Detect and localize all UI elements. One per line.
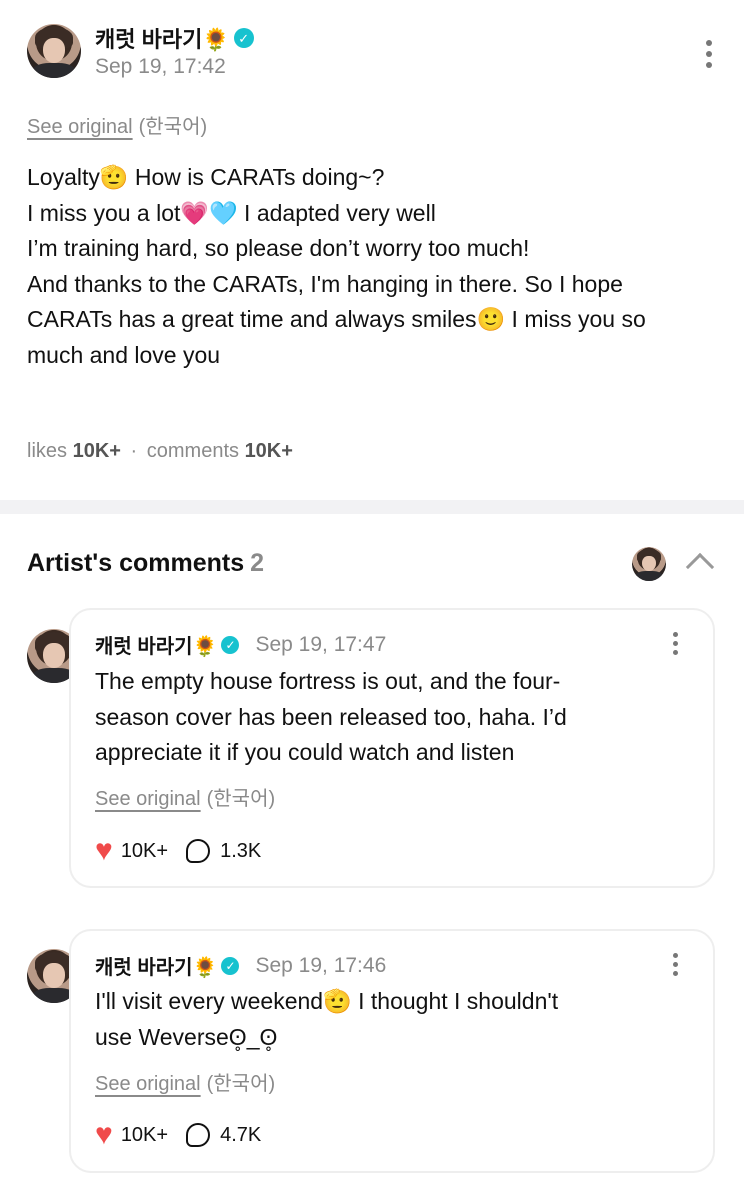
- comment-text-line: use Weverseʘ̥_ʘ̥: [95, 1023, 278, 1050]
- verified-check-icon: ✓: [221, 635, 240, 654]
- author-avatar[interactable]: [27, 24, 81, 78]
- comment-text-line: appreciate it if you could watch and lis…: [95, 739, 515, 765]
- see-original-link[interactable]: See original: [27, 116, 133, 138]
- comment-see-original: See original (한국어): [95, 1067, 275, 1096]
- heart-icon[interactable]: ♥: [95, 836, 113, 866]
- reply-bubble-icon[interactable]: [186, 839, 211, 863]
- comment-see-original: See original (한국어): [95, 782, 275, 811]
- post-body: Loyalty🫡 How is CARATs doing~? I miss yo…: [27, 160, 727, 373]
- comments-label: comments: [146, 440, 239, 462]
- verified-check-icon: ✓: [221, 956, 240, 975]
- post-see-original: See original (한국어): [27, 110, 207, 139]
- post-body-line: Loyalty🫡 How is CARATs doing~?: [27, 164, 385, 190]
- comment-text: I'll visit every weekend🫡 I thought I sh…: [95, 984, 695, 1055]
- comment-likes: 10K+: [120, 839, 169, 862]
- post-body-line: much and love you: [27, 341, 221, 368]
- comment-author-row: 캐럿 바라기🌻 ✓ Sep 19, 17:47: [95, 630, 386, 659]
- post-body-line: I miss you a lot💗🩵 I adapted very well: [27, 199, 436, 226]
- post-author-row: 캐럿 바라기🌻 ✓: [95, 22, 254, 54]
- comment-reactions: ♥ 10K+ 1.3K: [95, 836, 261, 866]
- comment-more-icon[interactable]: [673, 632, 678, 655]
- see-original-link[interactable]: See original: [95, 1073, 201, 1095]
- likes-label: likes: [27, 440, 68, 462]
- comment-text: The empty house fortress is out, and the…: [95, 664, 695, 771]
- reply-bubble-icon[interactable]: [186, 1123, 211, 1147]
- comment-author-name[interactable]: 캐럿 바라기🌻: [95, 951, 217, 980]
- stats-separator: ·: [130, 440, 138, 462]
- original-language: (한국어): [206, 1073, 276, 1095]
- comment-likes: 10K+: [120, 1123, 169, 1146]
- post-body-line: CARATs has a great time and always smile…: [27, 306, 646, 332]
- post-time: Sep 19, 17:42: [95, 55, 226, 78]
- post-author-name[interactable]: 캐럿 바라기🌻: [95, 22, 230, 54]
- post-body-line: And thanks to the CARATs, I'm hanging in…: [27, 270, 623, 297]
- comment-author-row: 캐럿 바라기🌻 ✓ Sep 19, 17:46: [95, 951, 386, 980]
- collapse-chevron-up-icon[interactable]: [685, 552, 715, 582]
- post-more-icon[interactable]: [706, 40, 712, 68]
- comment-more-icon[interactable]: [673, 953, 678, 976]
- section-divider: [0, 500, 744, 514]
- comment-replies: 4.7K: [220, 1123, 262, 1146]
- comment-text-line: I'll visit every weekend🫡 I thought I sh…: [95, 988, 559, 1014]
- verified-check-icon: ✓: [233, 28, 254, 48]
- post-stats: likes 10K+ · comments 10K+: [27, 440, 293, 463]
- comment-replies: 1.3K: [220, 839, 262, 862]
- comment-author-name[interactable]: 캐럿 바라기🌻: [95, 630, 217, 659]
- comment-text-line: The empty house fortress is out, and the…: [95, 668, 561, 694]
- comments-count[interactable]: 10K+: [245, 440, 293, 462]
- likes-count[interactable]: 10K+: [73, 440, 121, 462]
- heart-icon[interactable]: ♥: [95, 1120, 113, 1150]
- artist-avatar-small[interactable]: [632, 547, 666, 581]
- artist-comments-title: Artist's comments 2: [27, 549, 264, 578]
- comment-time: Sep 19, 17:47: [255, 632, 387, 656]
- post-body-line: I’m training hard, so please don’t worry…: [27, 235, 530, 261]
- original-language: (한국어): [138, 116, 208, 138]
- original-language: (한국어): [206, 788, 276, 810]
- comment-time: Sep 19, 17:46: [255, 953, 387, 977]
- see-original-link[interactable]: See original: [95, 788, 201, 810]
- comment-reactions: ♥ 10K+ 4.7K: [95, 1120, 261, 1150]
- comment-text-line: season cover has been released too, haha…: [95, 703, 567, 730]
- artist-comments-count: 2: [250, 549, 265, 577]
- artist-comments-label: Artist's comments: [27, 549, 245, 577]
